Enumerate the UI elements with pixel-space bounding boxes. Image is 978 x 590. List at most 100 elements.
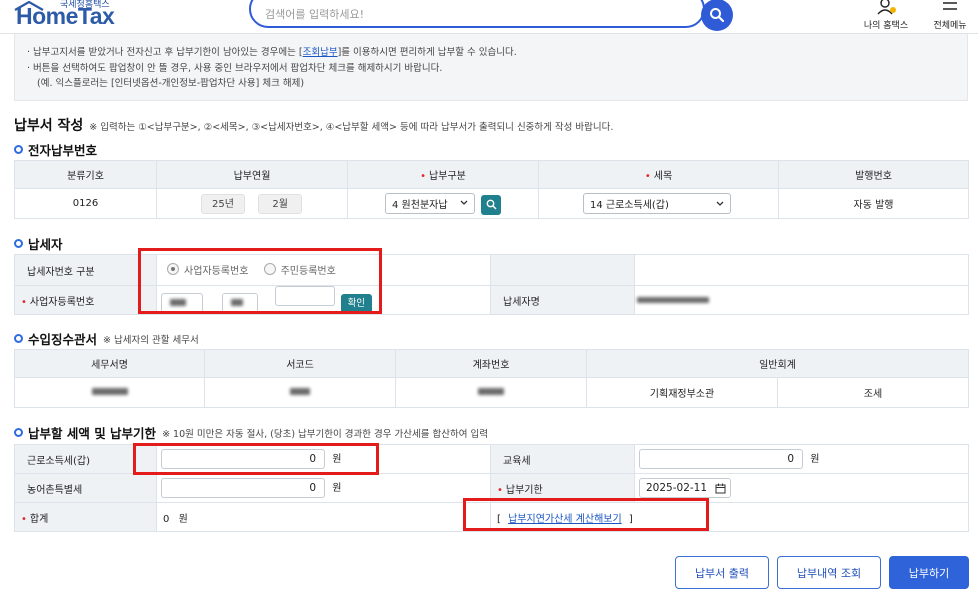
- section-collection-office-note: ※ 납세자의 관할 세무서: [103, 334, 199, 346]
- search-box: [249, 0, 705, 28]
- tax-item-value: 14 근로소득세(갑): [590, 200, 669, 211]
- rural-tax-cell: 0 원: [156, 473, 491, 503]
- payment-type-value: 4 원천분자납: [392, 199, 448, 211]
- tax-item-cell: 14 근로소득세(갑): [538, 188, 779, 219]
- notice-line-1: · 납부고지서를 받았거나 전자신고 후 납부기한이 남아있는 경우에는 [조회…: [27, 44, 517, 58]
- print-bill-button[interactable]: 납부서 출력: [675, 556, 769, 589]
- notice-line-3: (예. 익스플로러는 [인터넷옵션-개인정보-팝업차단 사용] 체크 해제): [37, 78, 305, 89]
- page-title-text: 납부서 작성: [14, 118, 84, 134]
- tax-item-select[interactable]: 14 근로소득세(갑): [583, 193, 731, 214]
- due-date-input[interactable]: 2025-02-11: [639, 478, 731, 498]
- required-mark: •: [21, 513, 27, 525]
- due-date-label-text: 납부기한: [505, 484, 543, 496]
- required-mark: •: [21, 296, 27, 308]
- year-field: 25년: [201, 193, 245, 214]
- user-bell-icon: [877, 0, 896, 15]
- unit-won: 원: [810, 454, 820, 465]
- office-code-value: [204, 377, 396, 408]
- total-value: 0: [163, 513, 170, 525]
- header-general-account: 일반회계: [586, 349, 969, 378]
- total-label-text: 합계: [29, 513, 49, 525]
- tax-office-value: [14, 377, 205, 408]
- collection-office-table: 세무서명 서코드 계좌번호 일반회계 기획재정부소관 조세: [14, 349, 969, 408]
- education-tax-input[interactable]: 0: [639, 449, 803, 469]
- page-title: 납부서 작성 ※ 입력하는 ①<납부구분>, ②<세목>, ③<납세자번호>, ④…: [14, 115, 613, 135]
- payment-type-cell: 4 원천분자납: [347, 188, 539, 219]
- search-input[interactable]: [265, 4, 665, 24]
- id-type-label: 납세자번호 구분: [14, 254, 157, 286]
- education-tax-label: 교육세: [490, 444, 635, 474]
- business-number-label-text: 사업자등록번호: [29, 296, 95, 308]
- general-account-ministry: 기획재정부소관: [586, 377, 778, 408]
- section-collection-office: 수입징수관서 ※ 납세자의 관할 세무서: [14, 329, 199, 348]
- top-header: 국세청홈택스 HomeTax 나의 홈택스 전체메뉴: [0, 0, 978, 34]
- all-menu-label: 전체메뉴: [933, 21, 967, 31]
- account-number-value: [395, 377, 587, 408]
- notice-line-1-text: · 납부고지서를 받았거나 전자신고 후 납부기한이 남아있는 경우에는 [: [27, 47, 303, 58]
- pay-button[interactable]: 납부하기: [889, 556, 969, 589]
- masked-value: [91, 388, 128, 395]
- highlight-taxpayer-id: [138, 248, 382, 314]
- payment-type-select[interactable]: 4 원천분자납: [385, 192, 475, 214]
- calendar-icon[interactable]: [715, 483, 726, 494]
- rural-tax-label: 농어촌특별세: [14, 473, 157, 503]
- hometax-logo[interactable]: 국세청홈택스 HomeTax: [12, 0, 142, 29]
- highlight-late-fee-link: [463, 498, 709, 531]
- section-payment-number: 전자납부번호: [14, 140, 97, 159]
- rural-tax-input[interactable]: 0: [161, 478, 325, 498]
- inquiry-payment-link[interactable]: 조회납부: [303, 47, 338, 58]
- blank-header: [490, 254, 635, 286]
- masked-value: [478, 388, 504, 395]
- section-taxpayer-title: 납세자: [28, 237, 63, 252]
- masked-value: [637, 296, 709, 303]
- business-number-label: • 사업자등록번호: [14, 285, 157, 315]
- header-tax-item: • 세목: [538, 160, 779, 189]
- section-taxpayer: 납세자: [14, 234, 63, 253]
- section-payment-number-title: 전자납부번호: [28, 143, 98, 158]
- blank-cell: [634, 254, 969, 286]
- menu-icon: [943, 2, 957, 10]
- classification-value: 0126: [14, 188, 157, 219]
- bullet-icon: [14, 428, 23, 437]
- my-hometax-label: 나의 홈택스: [863, 21, 909, 31]
- unit-won: 원: [178, 513, 188, 525]
- logo-text: HomeTax: [16, 3, 115, 29]
- section-tax-amount-note: ※ 10원 미만은 자동 절사, (당초) 납부기한이 경과한 경우 가산세를 …: [162, 428, 488, 440]
- taxpayer-name-value: [634, 285, 969, 315]
- header-issue-number: 발행번호: [778, 160, 969, 189]
- chevron-down-icon: [460, 200, 468, 205]
- payment-history-button[interactable]: 납부내역 조회: [777, 556, 881, 589]
- notice-line-1-tail: ]를 이용하시면 편리하게 납부할 수 있습니다.: [337, 47, 517, 58]
- month-field: 2월: [258, 193, 303, 214]
- bullet-icon: [14, 334, 23, 343]
- payment-month-cell: 25년 2월: [156, 188, 348, 219]
- header-payment-month: 납부연월: [156, 160, 348, 189]
- section-collection-office-title: 수입징수관서: [28, 332, 98, 347]
- bullet-icon: [14, 239, 23, 248]
- header-payment-type: • 납부구분: [347, 160, 539, 189]
- taxpayer-name-label: 납세자명: [490, 285, 635, 315]
- search-button[interactable]: [701, 0, 733, 31]
- unit-won: 원: [332, 483, 342, 494]
- page-title-note: ※ 입력하는 ①<납부구분>, ②<세목>, ③<납세자번호>, ④<납부할 세…: [89, 122, 614, 133]
- header-classification: 분류기호: [14, 160, 157, 189]
- section-tax-amount: 납부할 세액 및 납부기한 ※ 10원 미만은 자동 절사, (당초) 납부기한이…: [14, 423, 488, 442]
- header-account-number: 계좌번호: [395, 349, 587, 378]
- payment-number-table: 분류기호 납부연월 • 납부구분 • 세목 발행번호 0126 25년 2월 4 원…: [14, 160, 969, 219]
- issue-number-value: 자동 발행: [778, 188, 969, 219]
- search-icon: [710, 8, 725, 23]
- required-mark: •: [420, 171, 427, 182]
- chevron-down-icon: [716, 201, 724, 206]
- required-mark: •: [644, 171, 651, 182]
- total-label: • 합계: [14, 502, 157, 532]
- notice-line-2: · 버튼을 선택하여도 팝업창이 안 뜰 경우, 사용 중인 브라우저에서 팝업…: [27, 63, 443, 74]
- due-date-value: 2025-02-11: [646, 482, 708, 494]
- highlight-earned-income: [133, 443, 379, 475]
- total-cell: 0 원: [156, 502, 491, 532]
- general-account-tax: 조세: [777, 377, 969, 408]
- search-icon: [486, 199, 497, 210]
- header-payment-type-text: 납부구분: [429, 171, 466, 182]
- header-tax-item-text: 세목: [653, 171, 673, 182]
- payment-type-search-button[interactable]: [481, 194, 502, 215]
- bullet-icon: [14, 145, 23, 154]
